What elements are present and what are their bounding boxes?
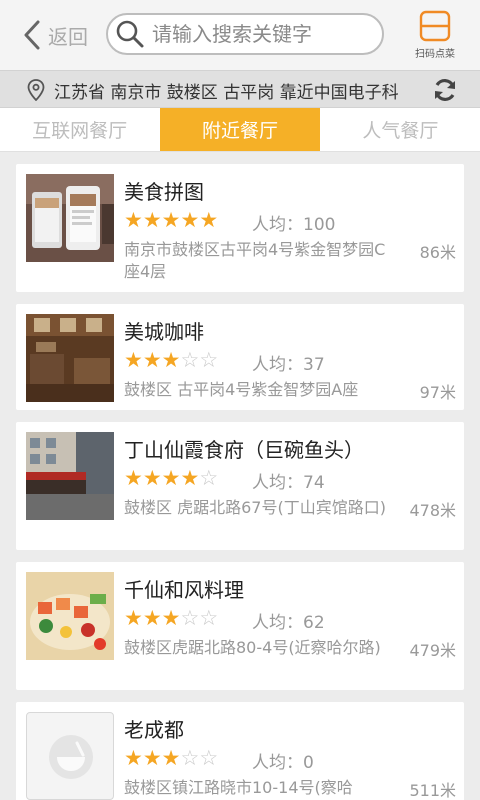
list-item[interactable]: 美城咖啡 ★★★☆☆ 人均：37 鼓楼区 古平岗4号紫金智梦园A座 97米 [16, 304, 464, 410]
restaurant-name: 老成都 [124, 718, 184, 742]
star-full-icon: ★ [161, 348, 181, 372]
star-full-icon: ★ [142, 746, 162, 770]
rating-stars: ★★★☆☆ [124, 348, 218, 372]
star-full-icon: ★ [180, 208, 200, 232]
star-full-icon: ★ [161, 746, 181, 770]
tab-bar: 互联网餐厅 附近餐厅 人气餐厅 [0, 108, 480, 152]
star-empty-icon: ☆ [199, 466, 219, 490]
list-item[interactable]: 老成都 ★★★☆☆ 人均：0 鼓楼区镇江路晓市10-14号(察哈 511米 [16, 702, 464, 800]
restaurant-photo [26, 174, 114, 262]
restaurant-photo [26, 572, 114, 660]
average-price: 人均：0 [252, 753, 314, 773]
list-item[interactable]: 千仙和风料理 ★★★☆☆ 人均：62 鼓楼区虎踞北路80-4号(近察哈尔路) 4… [16, 562, 464, 690]
rating-stars: ★★★☆☆ [124, 606, 218, 630]
restaurant-address: 鼓楼区 古平岗4号紫金智梦园A座 [124, 380, 359, 399]
star-full-icon: ★ [142, 466, 162, 490]
search-box[interactable] [106, 13, 384, 55]
star-full-icon: ★ [124, 606, 143, 630]
back-label: 返回 [48, 24, 88, 49]
rating-stars: ★★★☆☆ [124, 746, 218, 770]
restaurant-distance: 86米 [419, 243, 456, 262]
restaurant-name: 千仙和风料理 [124, 578, 244, 602]
star-full-icon: ★ [161, 466, 181, 490]
star-empty-icon: ☆ [199, 746, 219, 770]
scan-menu-button[interactable]: 扫码点菜 [410, 10, 460, 62]
star-full-icon: ★ [124, 348, 143, 372]
bowl-icon [49, 735, 93, 779]
restaurant-photo-placeholder [26, 712, 114, 800]
restaurant-distance: 97米 [419, 383, 456, 402]
rating-stars: ★★★★★ [124, 208, 218, 232]
restaurant-address: 南京市鼓楼区古平岗4号紫金智梦园C座4层 [124, 240, 386, 281]
star-empty-icon: ☆ [199, 606, 219, 630]
star-full-icon: ★ [180, 466, 200, 490]
tab-nearby-restaurants[interactable]: 附近餐厅 [160, 108, 320, 151]
search-input[interactable] [152, 22, 372, 46]
location-bar: 江苏省 南京市 鼓楼区 古平岗 靠近中国电子科 [0, 70, 480, 108]
average-price: 人均：74 [252, 473, 325, 493]
search-icon [116, 20, 144, 48]
tab-internet-restaurants[interactable]: 互联网餐厅 [0, 108, 159, 151]
restaurant-address: 鼓楼区 虎踞北路67号(丁山宾馆路口) [124, 498, 386, 517]
refresh-icon[interactable] [432, 77, 458, 103]
location-pin-icon [27, 79, 45, 101]
top-bar: 返回 扫码点菜 [0, 0, 480, 70]
star-empty-icon: ☆ [199, 348, 219, 372]
list-item[interactable]: 丁山仙霞食府（巨碗鱼头） ★★★★☆ 人均：74 鼓楼区 虎踞北路67号(丁山宾… [16, 422, 464, 550]
rating-stars: ★★★★☆ [124, 466, 218, 490]
list-item[interactable]: 美食拼图 ★★★★★ 人均：100 南京市鼓楼区古平岗4号紫金智梦园C座4层 8… [16, 164, 464, 292]
average-price: 人均：62 [252, 613, 325, 633]
average-price: 人均：100 [252, 215, 336, 235]
star-full-icon: ★ [124, 466, 143, 490]
restaurant-distance: 479米 [409, 641, 456, 660]
restaurant-name: 美城咖啡 [124, 320, 204, 344]
star-full-icon: ★ [199, 208, 219, 232]
location-text: 江苏省 南京市 鼓楼区 古平岗 靠近中国电子科 [54, 83, 399, 103]
scan-menu-label: 扫码点菜 [415, 49, 455, 60]
chevron-left-icon [24, 20, 40, 50]
star-full-icon: ★ [161, 606, 181, 630]
restaurant-name: 丁山仙霞食府（巨碗鱼头） [124, 438, 364, 462]
restaurant-address: 鼓楼区镇江路晓市10-14号(察哈 [124, 778, 353, 797]
star-full-icon: ★ [142, 208, 162, 232]
restaurant-distance: 478米 [409, 501, 456, 520]
star-empty-icon: ☆ [180, 606, 200, 630]
restaurant-photo [26, 314, 114, 402]
average-price: 人均：37 [252, 355, 325, 375]
star-full-icon: ★ [142, 606, 162, 630]
back-button[interactable]: 返回 [22, 18, 88, 52]
restaurant-name: 美食拼图 [124, 180, 204, 204]
star-full-icon: ★ [124, 208, 143, 232]
star-full-icon: ★ [124, 746, 143, 770]
star-full-icon: ★ [161, 208, 181, 232]
restaurant-address: 鼓楼区虎踞北路80-4号(近察哈尔路) [124, 638, 381, 657]
star-empty-icon: ☆ [180, 348, 200, 372]
restaurant-photo [26, 432, 114, 520]
restaurant-distance: 511米 [409, 781, 456, 800]
star-empty-icon: ☆ [180, 746, 200, 770]
scan-menu-icon [419, 10, 451, 42]
star-full-icon: ★ [142, 348, 162, 372]
tab-popular-restaurants[interactable]: 人气餐厅 [321, 108, 480, 151]
